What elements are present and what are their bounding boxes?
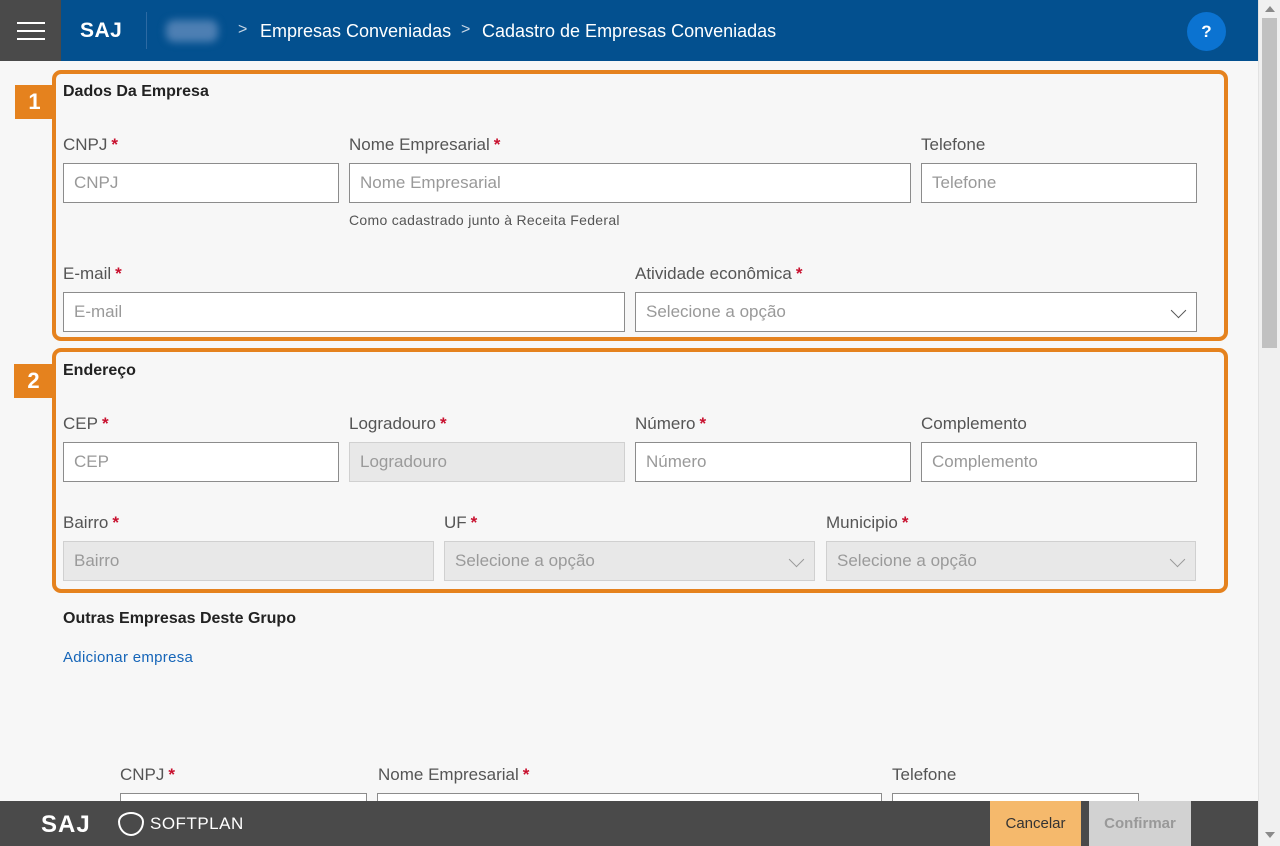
section-title-outras-empresas: Outras Empresas Deste Grupo bbox=[63, 610, 296, 627]
footer-softplan-logo: SOFTPLAN bbox=[150, 814, 244, 833]
logradouro-label: Logradouro * bbox=[349, 414, 447, 433]
adicionar-empresa-link[interactable]: Adicionar empresa bbox=[63, 649, 193, 666]
breadcrumb-separator: > bbox=[238, 21, 248, 38]
nome-empresarial-label: Nome Empresarial * bbox=[349, 135, 501, 154]
uf-label: UF * bbox=[444, 513, 478, 532]
outras-nome-label: Nome Empresarial * bbox=[378, 765, 530, 784]
section-title-dados-empresa: Dados Da Empresa bbox=[63, 83, 209, 100]
scroll-down-icon[interactable] bbox=[1265, 832, 1275, 838]
municipio-label: Municipio * bbox=[826, 513, 909, 532]
help-button[interactable]: ? bbox=[1187, 12, 1226, 51]
uf-value: Selecione a opção bbox=[455, 551, 595, 570]
nome-empresarial-input[interactable]: Nome Empresarial bbox=[349, 163, 911, 203]
annotation-number-1: 1 bbox=[15, 85, 54, 119]
blurred-context-label bbox=[166, 20, 218, 42]
vertical-scrollbar[interactable] bbox=[1258, 0, 1280, 846]
telefone-label: Telefone bbox=[921, 135, 986, 154]
header-divider bbox=[146, 12, 147, 49]
confirm-button[interactable]: Confirmar bbox=[1089, 801, 1191, 846]
annotation-number-2: 2 bbox=[14, 364, 53, 398]
scroll-up-icon[interactable] bbox=[1265, 6, 1275, 12]
outras-telefone-label: Telefone bbox=[892, 765, 957, 784]
scroll-thumb[interactable] bbox=[1262, 18, 1277, 348]
cep-input[interactable]: CEP bbox=[63, 442, 339, 482]
cancel-button[interactable]: Cancelar bbox=[990, 801, 1081, 846]
numero-label: Número * bbox=[635, 414, 707, 433]
footer-saj-logo: SAJ bbox=[41, 811, 91, 838]
cnpj-input[interactable]: CNPJ bbox=[63, 163, 339, 203]
nome-empresarial-hint: Como cadastrado junto à Receita Federal bbox=[349, 212, 620, 228]
email-input[interactable]: E-mail bbox=[63, 292, 625, 332]
municipio-select: Selecione a opção bbox=[826, 541, 1196, 581]
telefone-input[interactable]: Telefone bbox=[921, 163, 1197, 203]
saj-logo[interactable]: SAJ bbox=[80, 19, 122, 43]
softplan-logo-icon bbox=[118, 812, 144, 836]
atividade-economica-label: Atividade econômica * bbox=[635, 264, 803, 283]
complemento-label: Complemento bbox=[921, 414, 1027, 433]
atividade-economica-value: Selecione a opção bbox=[646, 302, 786, 321]
chevron-down-icon bbox=[1170, 302, 1187, 319]
cnpj-label: CNPJ * bbox=[63, 135, 119, 154]
email-label: E-mail * bbox=[63, 264, 122, 283]
top-header: SAJ > Empresas Conveniadas > Cadastro de… bbox=[0, 0, 1258, 61]
bairro-label: Bairro * bbox=[63, 513, 119, 532]
logradouro-input: Logradouro bbox=[349, 442, 625, 482]
breadcrumb-cadastro: Cadastro de Empresas Conveniadas bbox=[482, 21, 777, 41]
complemento-input[interactable]: Complemento bbox=[921, 442, 1197, 482]
chevron-down-icon bbox=[1169, 551, 1186, 568]
footer-bar: SAJ SOFTPLAN Cancelar Confirmar bbox=[0, 801, 1258, 846]
section-title-endereco: Endereço bbox=[63, 362, 136, 379]
bairro-input: Bairro bbox=[63, 541, 434, 581]
breadcrumb-empresas-conveniadas[interactable]: Empresas Conveniadas bbox=[260, 21, 451, 42]
numero-input[interactable]: Número bbox=[635, 442, 911, 482]
atividade-economica-select[interactable]: Selecione a opção bbox=[635, 292, 1197, 332]
uf-select: Selecione a opção bbox=[444, 541, 815, 581]
cep-label: CEP * bbox=[63, 414, 109, 433]
breadcrumb-separator: > bbox=[461, 21, 471, 38]
outras-cnpj-label: CNPJ * bbox=[120, 765, 176, 784]
municipio-value: Selecione a opção bbox=[837, 551, 977, 570]
chevron-down-icon bbox=[788, 551, 805, 568]
hamburger-menu-icon[interactable] bbox=[0, 0, 61, 61]
